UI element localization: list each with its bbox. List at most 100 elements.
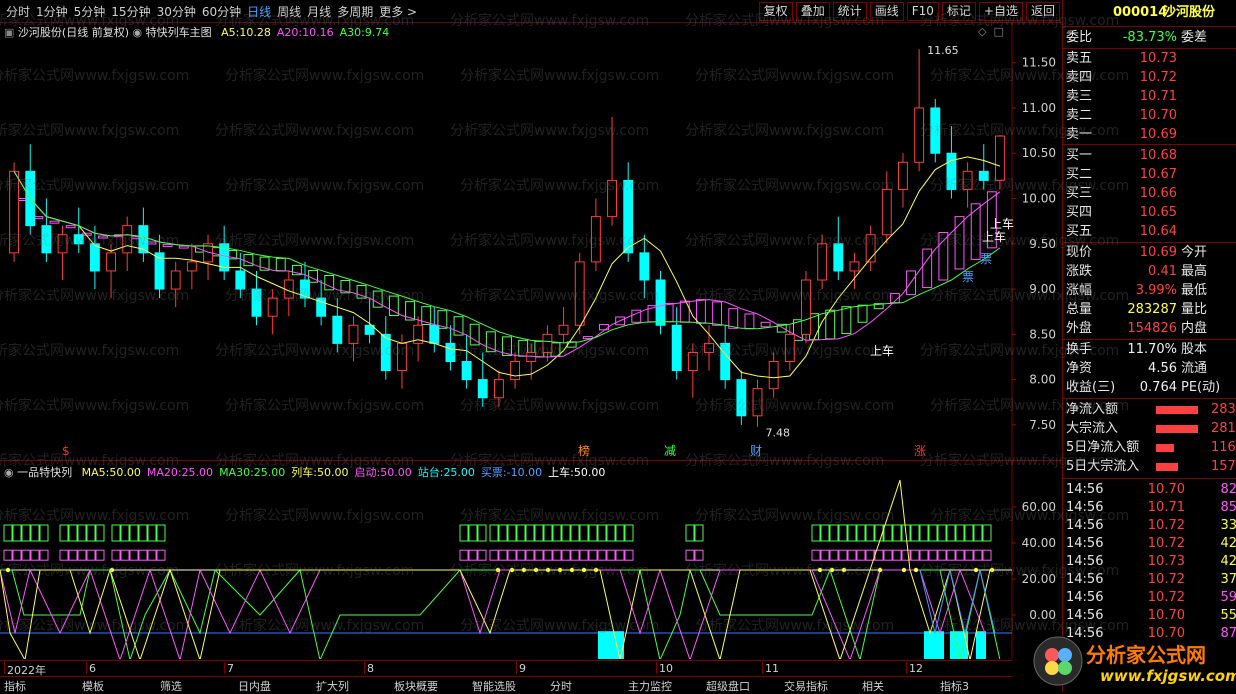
bid-row[interactable]: 买五 10.64 (1063, 223, 1236, 241)
ask-row[interactable]: 卖五 10.73 (1063, 50, 1236, 68)
candle-body[interactable] (817, 243, 828, 281)
candle-body[interactable] (881, 188, 892, 236)
bid-row[interactable]: 买四 10.65 (1063, 204, 1236, 222)
candle-body[interactable] (801, 279, 811, 335)
candle-body[interactable] (106, 252, 116, 272)
chart-corner-icons[interactable]: ◇ □ (978, 25, 1004, 38)
candle-body[interactable] (655, 279, 666, 326)
candle-body[interactable] (784, 333, 795, 363)
toolbar-button-1[interactable]: 叠加 (795, 2, 830, 21)
stat-row[interactable]: 外盘 154826 内盘 (1063, 320, 1236, 338)
candle-body[interactable] (849, 261, 860, 272)
dropdown-icon[interactable]: ◉ (133, 26, 143, 39)
candle-body[interactable] (397, 342, 407, 372)
toolbar-button-0[interactable]: 复权 (758, 2, 793, 21)
candle-body[interactable] (898, 161, 908, 190)
timeframe-1[interactable]: 1分钟 (36, 3, 68, 20)
timeframe-6[interactable]: 日线 (247, 3, 271, 20)
candle-body[interactable] (558, 324, 569, 335)
candle-body[interactable] (720, 342, 731, 381)
bid-row[interactable]: 买一 10.68 (1063, 147, 1236, 165)
candle-body[interactable] (73, 234, 84, 245)
timeframe-10[interactable]: 更多 > (379, 3, 417, 20)
stat2-row[interactable]: 收益(三) 0.764 PE(动) (1063, 379, 1236, 397)
candle-body[interactable] (380, 333, 391, 372)
sub-indicator-name[interactable]: 一品特快列 (17, 466, 72, 479)
candle-body[interactable] (930, 107, 941, 154)
candle-body[interactable] (461, 361, 472, 381)
toolbar-button-4[interactable]: F10 (906, 2, 939, 21)
timeframe-9[interactable]: 多周期 (337, 3, 373, 20)
indicator-chart[interactable]: 60.00 40.00 20.00 0.00 (0, 461, 1062, 659)
candle-body[interactable] (9, 170, 20, 254)
candle-body[interactable] (623, 179, 634, 254)
ask-row[interactable]: 卖二 10.70 (1063, 107, 1236, 125)
candle-body[interactable] (332, 315, 343, 344)
train-box (275, 257, 286, 272)
price-chart[interactable]: 11.50 11.00 10.50 10.00 9.50 9.00 8.50 8.00 7.50… (0, 23, 1062, 460)
candle-body[interactable] (122, 225, 133, 254)
timeframe-0[interactable]: 分时 (6, 3, 30, 20)
ask-row[interactable]: 卖三 10.71 (1063, 88, 1236, 106)
tick-price: 10.72 (1147, 572, 1185, 587)
toolbar-button-7[interactable]: 返回 (1025, 2, 1060, 21)
candle-body[interactable] (671, 324, 682, 372)
candle-body[interactable] (41, 225, 52, 254)
timeframe-7[interactable]: 周线 (277, 3, 301, 20)
candle-body[interactable] (833, 243, 844, 272)
toolbar-button-6[interactable]: +自选 (978, 2, 1023, 21)
candle-body[interactable] (348, 324, 359, 344)
stat-row[interactable]: 涨幅 3.99% 最低 (1063, 282, 1236, 300)
candle-body[interactable] (574, 261, 585, 326)
train-car-box (30, 524, 40, 542)
candle-body[interactable] (590, 216, 601, 263)
candle-body[interactable] (251, 288, 262, 317)
stat-row[interactable]: 总量 283287 量比 (1063, 301, 1236, 319)
stat2-row[interactable]: 净资 4.56 流通 (1063, 360, 1236, 378)
candle-body[interactable] (914, 107, 925, 163)
candle-body[interactable] (639, 252, 650, 281)
candle-body[interactable] (607, 179, 617, 218)
main-chart-area[interactable]: 11.50 11.00 10.50 10.00 9.50 9.00 8.50 8.00 7.50… (0, 23, 1062, 461)
candle-body[interactable] (445, 342, 456, 363)
candle-body[interactable] (736, 379, 747, 417)
dropdown-icon[interactable]: ◉ (4, 466, 14, 479)
bid-row[interactable]: 买二 10.67 (1063, 166, 1236, 184)
candle-body[interactable] (57, 234, 68, 254)
candle-body[interactable] (687, 351, 698, 372)
stat-row[interactable]: 涨跌 0.41 最高 (1063, 263, 1236, 281)
timeframe-3[interactable]: 15分钟 (111, 3, 150, 20)
candle-body[interactable] (477, 379, 488, 399)
candle-body[interactable] (704, 342, 714, 353)
candle-body[interactable] (510, 361, 521, 381)
candle-body[interactable] (752, 388, 763, 417)
stat2-row[interactable]: 换手 11.70% 股本 (1063, 341, 1236, 359)
candle-body[interactable] (946, 152, 957, 190)
toolbar-button-5[interactable]: 标记 (941, 2, 976, 21)
candle-body[interactable] (429, 324, 440, 344)
ask-row[interactable]: 卖一 10.69 (1063, 126, 1236, 144)
candle-body[interactable] (235, 270, 246, 290)
bid-row[interactable]: 买三 10.66 (1063, 185, 1236, 203)
candle-body[interactable] (768, 361, 779, 390)
ask-row[interactable]: 卖四 10.72 (1063, 69, 1236, 87)
toolbar-button-3[interactable]: 画线 (869, 2, 904, 21)
timeframe-2[interactable]: 5分钟 (74, 3, 106, 20)
stat-row[interactable]: 现价 10.69 今开 (1063, 244, 1236, 262)
timeframe-8[interactable]: 月线 (307, 3, 331, 20)
candle-body[interactable] (170, 270, 181, 290)
candle-body[interactable] (978, 170, 989, 181)
candle-body[interactable] (89, 243, 100, 272)
sub-chart-area[interactable]: 60.00 40.00 20.00 0.00 (0, 461, 1062, 659)
candle-body[interactable] (493, 379, 504, 399)
candle-body[interactable] (267, 297, 278, 317)
toolbar-button-2[interactable]: 统计 (832, 2, 867, 21)
timeframe-4[interactable]: 30分钟 (157, 3, 196, 20)
indicator-name[interactable]: 特快列车主图 (146, 26, 212, 39)
candle-body[interactable] (526, 351, 537, 363)
candle-body[interactable] (962, 170, 973, 190)
candle-body[interactable] (186, 261, 197, 272)
candle-body[interactable] (542, 333, 553, 353)
candle-body[interactable] (994, 135, 1005, 181)
timeframe-5[interactable]: 60分钟 (202, 3, 241, 20)
